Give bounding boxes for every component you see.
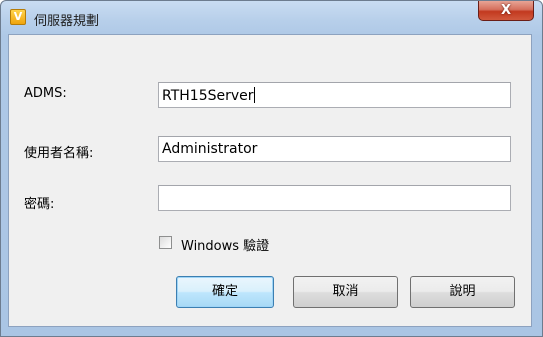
app-logo-icon: V [10, 9, 26, 25]
close-button[interactable]: X [478, 1, 534, 21]
password-label: 密碼: [24, 197, 55, 212]
close-icon: X [500, 3, 512, 18]
ok-button[interactable]: 確定 [176, 276, 274, 308]
adms-server-value: RTH15Server [162, 88, 254, 104]
username-input[interactable]: Administrator [158, 136, 511, 162]
help-button[interactable]: 說明 [410, 276, 515, 308]
title-bar[interactable]: V 伺服器規劃 X [1, 1, 542, 35]
username-label: 使用者名稱: [24, 146, 94, 161]
adms-label: ADMS: [24, 86, 67, 101]
password-input[interactable] [158, 185, 511, 211]
text-caret [253, 87, 255, 103]
window-title: 伺服器規劃 [34, 14, 100, 29]
windows-auth-label[interactable]: Windows 驗證 [181, 235, 269, 254]
windows-auth-checkbox[interactable] [159, 236, 172, 249]
cancel-button[interactable]: 取消 [293, 276, 398, 308]
username-value: Administrator [162, 141, 258, 157]
adms-server-input[interactable]: RTH15Server [158, 82, 511, 108]
